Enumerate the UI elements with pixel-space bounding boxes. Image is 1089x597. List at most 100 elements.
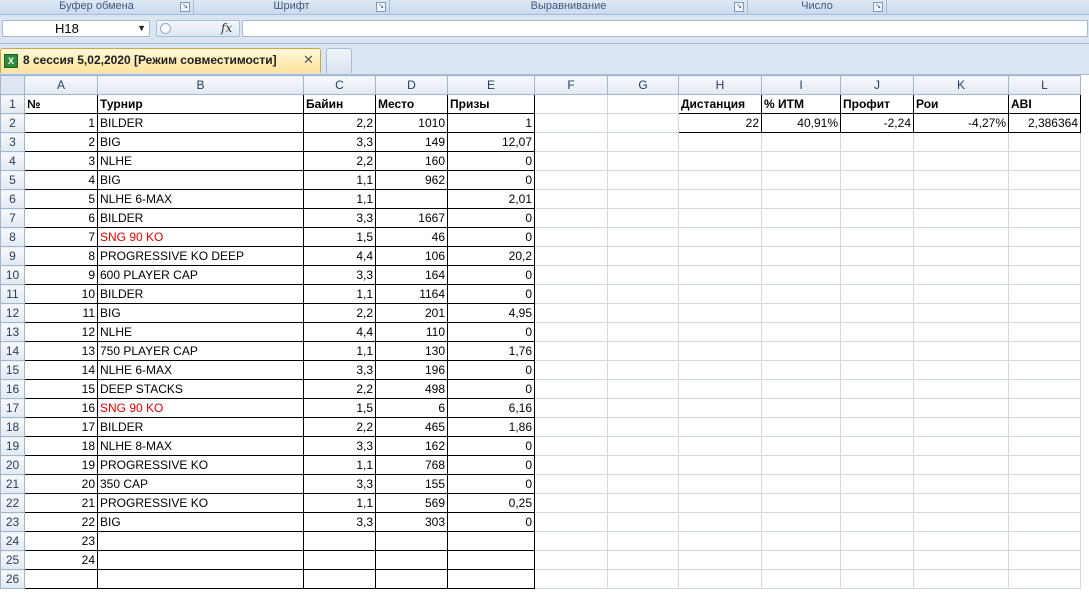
cell-prize[interactable]: 1,86 — [447, 417, 535, 437]
stats-header-cell[interactable]: ABI — [1008, 94, 1081, 114]
cell[interactable] — [534, 265, 608, 285]
cell-num[interactable]: 22 — [24, 512, 98, 532]
cell-num[interactable]: 16 — [24, 398, 98, 418]
cell-buyin[interactable]: 2,2 — [303, 113, 376, 133]
cell[interactable] — [678, 265, 762, 285]
cell[interactable] — [761, 455, 841, 475]
cell[interactable] — [534, 284, 608, 304]
cell[interactable] — [913, 398, 1009, 418]
cell-num[interactable]: 23 — [24, 531, 98, 551]
insert-function-icon[interactable]: fx — [221, 21, 232, 35]
cell[interactable] — [678, 151, 762, 171]
cell[interactable] — [840, 341, 914, 361]
cell[interactable] — [678, 550, 762, 570]
cell-prize[interactable]: 0 — [447, 455, 535, 475]
cell[interactable] — [761, 284, 841, 304]
cell[interactable] — [1008, 379, 1081, 399]
cell[interactable] — [913, 265, 1009, 285]
cell-place[interactable]: 465 — [375, 417, 448, 437]
cell-prize[interactable]: 1,76 — [447, 341, 535, 361]
cell-place[interactable]: 164 — [375, 265, 448, 285]
cell-buyin[interactable]: 1,5 — [303, 227, 376, 247]
cell-tournament[interactable]: 750 PLAYER CAP — [97, 341, 304, 361]
cell-tournament[interactable]: BILDER — [97, 113, 304, 133]
cell-prize[interactable]: 4,95 — [447, 303, 535, 323]
cell[interactable] — [840, 284, 914, 304]
cell[interactable] — [1008, 569, 1081, 589]
cell[interactable] — [607, 493, 679, 513]
cell[interactable] — [1008, 322, 1081, 342]
name-box[interactable]: H18 ▼ — [2, 20, 150, 37]
cell-tournament[interactable]: BILDER — [97, 417, 304, 437]
cell[interactable] — [840, 474, 914, 494]
cell-place[interactable]: 6 — [375, 398, 448, 418]
row-header[interactable]: 20 — [0, 455, 25, 475]
cell-buyin[interactable]: 2,2 — [303, 303, 376, 323]
cell-num[interactable]: 4 — [24, 170, 98, 190]
cell[interactable] — [840, 189, 914, 209]
cell[interactable] — [913, 132, 1009, 152]
row-header[interactable]: 1 — [0, 94, 25, 114]
row-header[interactable]: 21 — [0, 474, 25, 494]
cell-tournament[interactable]: NLHE 8-MAX — [97, 436, 304, 456]
row-header[interactable]: 14 — [0, 341, 25, 361]
row-header[interactable]: 17 — [0, 398, 25, 418]
cell[interactable] — [607, 170, 679, 190]
cell-tournament[interactable]: NLHE — [97, 322, 304, 342]
cell-num[interactable]: 12 — [24, 322, 98, 342]
cell-prize[interactable]: 0 — [447, 474, 535, 494]
cell-place[interactable]: 149 — [375, 132, 448, 152]
cell[interactable] — [1008, 189, 1081, 209]
cell[interactable] — [678, 284, 762, 304]
cell[interactable] — [607, 379, 679, 399]
stats-header-cell[interactable]: Дистанция — [678, 94, 762, 114]
cell[interactable] — [534, 398, 608, 418]
cell[interactable] — [678, 341, 762, 361]
cell[interactable] — [607, 303, 679, 323]
cell-place[interactable]: 1010 — [375, 113, 448, 133]
cell-buyin[interactable]: 1,1 — [303, 341, 376, 361]
cell[interactable] — [913, 512, 1009, 532]
cell[interactable] — [1008, 303, 1081, 323]
cell-prize[interactable]: 0 — [447, 512, 535, 532]
row-header[interactable]: 23 — [0, 512, 25, 532]
cell[interactable] — [678, 379, 762, 399]
cell[interactable] — [913, 531, 1009, 551]
cell-place[interactable]: 46 — [375, 227, 448, 247]
cell[interactable] — [678, 208, 762, 228]
row-header[interactable]: 11 — [0, 284, 25, 304]
cell[interactable] — [607, 265, 679, 285]
cell[interactable] — [534, 436, 608, 456]
cell[interactable] — [678, 189, 762, 209]
cell-num[interactable]: 21 — [24, 493, 98, 513]
cell[interactable] — [840, 132, 914, 152]
cell-buyin[interactable]: 3,3 — [303, 512, 376, 532]
cell-num[interactable]: 19 — [24, 455, 98, 475]
column-header[interactable]: E — [447, 75, 535, 95]
cell[interactable] — [534, 379, 608, 399]
cell[interactable] — [534, 531, 608, 551]
cell-num[interactable]: 5 — [24, 189, 98, 209]
cell-buyin[interactable]: 1,1 — [303, 455, 376, 475]
stats-value-cell[interactable]: -4,27% — [913, 113, 1009, 133]
cell[interactable] — [678, 493, 762, 513]
cell-num[interactable]: 13 — [24, 341, 98, 361]
cell[interactable] — [607, 531, 679, 551]
cell-buyin[interactable]: 3,3 — [303, 265, 376, 285]
cell[interactable] — [1008, 132, 1081, 152]
cell[interactable] — [1008, 208, 1081, 228]
cell-tournament[interactable]: PROGRESSIVE KO — [97, 455, 304, 475]
formula-input[interactable] — [242, 20, 1088, 37]
cell[interactable] — [913, 474, 1009, 494]
cell[interactable] — [607, 436, 679, 456]
cell-prize[interactable]: 0 — [447, 436, 535, 456]
cell[interactable] — [1008, 531, 1081, 551]
cell-prize[interactable]: 2,01 — [447, 189, 535, 209]
cell[interactable] — [840, 208, 914, 228]
cell[interactable] — [534, 113, 608, 133]
cell-tournament[interactable]: 350 CAP — [97, 474, 304, 494]
cell[interactable] — [913, 379, 1009, 399]
row-header[interactable]: 5 — [0, 170, 25, 190]
cell-buyin[interactable]: 1,1 — [303, 493, 376, 513]
cell[interactable] — [840, 265, 914, 285]
